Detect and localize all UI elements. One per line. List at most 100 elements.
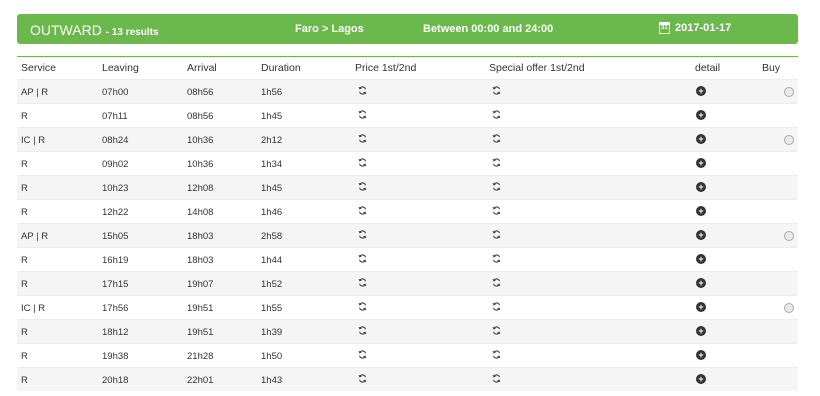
col-price: Price 1st/2nd — [355, 62, 417, 74]
service-cell: AP | R — [21, 231, 49, 242]
table-row: R 20h18 22h01 1h43 + — [17, 367, 798, 391]
col-leaving: Leaving — [102, 62, 139, 74]
buy-radio[interactable] — [784, 303, 794, 313]
refresh-icon[interactable] — [492, 254, 501, 263]
plus-circle-icon[interactable]: + — [696, 350, 706, 360]
duration-cell: 1h52 — [261, 279, 283, 290]
service-cell: R — [21, 351, 28, 362]
refresh-icon[interactable] — [492, 158, 501, 167]
duration-cell: 1h39 — [261, 327, 283, 338]
leaving-cell: 19h38 — [102, 351, 129, 362]
buy-radio[interactable] — [784, 231, 794, 241]
service-cell: IC | R — [21, 303, 46, 314]
leaving-cell: 20h18 — [102, 375, 129, 386]
table-row: IC | R 17h56 19h51 1h55 + — [17, 295, 798, 319]
table-row: R 12h22 14h08 1h46 + — [17, 199, 798, 223]
plus-circle-icon[interactable]: + — [696, 302, 706, 312]
duration-cell: 2h58 — [261, 231, 283, 242]
duration-cell: 1h44 — [261, 255, 283, 266]
arrival-cell: 19h07 — [187, 279, 214, 290]
refresh-icon[interactable] — [492, 110, 501, 119]
arrival-cell: 18h03 — [187, 231, 214, 242]
route-label: Faro > Lagos — [295, 23, 364, 35]
service-cell: R — [21, 255, 28, 266]
duration-cell: 1h55 — [261, 303, 283, 314]
plus-circle-icon[interactable]: + — [696, 254, 706, 264]
duration-cell: 1h43 — [261, 375, 283, 386]
col-service: Service — [21, 62, 57, 74]
table-row: AP | R 15h05 18h03 2h58 + — [17, 223, 798, 247]
arrival-cell: 18h03 — [187, 255, 214, 266]
refresh-icon[interactable] — [492, 326, 501, 335]
leaving-cell: 17h15 — [102, 279, 129, 290]
refresh-icon[interactable] — [492, 230, 501, 239]
refresh-icon[interactable] — [358, 326, 367, 335]
plus-circle-icon[interactable]: + — [696, 110, 706, 120]
refresh-icon[interactable] — [492, 182, 501, 191]
plus-circle-icon[interactable]: + — [696, 134, 706, 144]
col-duration: Duration — [261, 62, 301, 74]
plus-circle-icon[interactable]: + — [696, 86, 706, 96]
col-buy: Buy — [762, 62, 781, 74]
plus-circle-icon[interactable]: + — [696, 374, 706, 384]
header-title: OUTWARD - 13 results — [30, 22, 159, 38]
refresh-icon[interactable] — [492, 350, 501, 359]
col-detail: detail — [695, 62, 721, 74]
buy-radio[interactable] — [784, 135, 794, 145]
refresh-icon[interactable] — [358, 254, 367, 263]
buy-radio[interactable] — [784, 87, 794, 97]
table-row: R 09h02 10h36 1h34 + — [17, 151, 798, 175]
arrival-cell: 19h51 — [187, 327, 214, 338]
refresh-icon[interactable] — [358, 206, 367, 215]
refresh-icon[interactable] — [358, 86, 367, 95]
refresh-icon[interactable] — [492, 134, 501, 143]
refresh-icon[interactable] — [492, 278, 501, 287]
leaving-cell: 07h00 — [102, 87, 129, 98]
refresh-icon[interactable] — [358, 158, 367, 167]
results-header: OUTWARD - 13 results Faro > Lagos Betwee… — [17, 14, 798, 44]
duration-cell: 2h12 — [261, 135, 283, 146]
refresh-icon[interactable] — [358, 110, 367, 119]
service-cell: IC | R — [21, 135, 46, 146]
table-row: R 19h38 21h28 1h50 + — [17, 343, 798, 367]
table-header: Service Leaving Arrival Duration Price 1… — [17, 56, 798, 80]
date-label: 2017-01-17 — [675, 22, 732, 34]
service-cell: R — [21, 375, 28, 386]
plus-circle-icon[interactable]: + — [696, 158, 706, 168]
arrival-cell: 22h01 — [187, 375, 214, 386]
table-row: R 10h23 12h08 1h45 + — [17, 175, 798, 199]
leaving-cell: 15h05 — [102, 231, 129, 242]
results-count: - 13 results — [105, 27, 159, 38]
plus-circle-icon[interactable]: + — [696, 326, 706, 336]
service-cell: R — [21, 279, 28, 290]
leaving-cell: 16h19 — [102, 255, 129, 266]
refresh-icon[interactable] — [358, 374, 367, 383]
plus-circle-icon[interactable]: + — [696, 230, 706, 240]
refresh-icon[interactable] — [358, 278, 367, 287]
refresh-icon[interactable] — [492, 374, 501, 383]
plus-circle-icon[interactable]: + — [696, 206, 706, 216]
arrival-cell: 08h56 — [187, 87, 214, 98]
direction-label: OUTWARD — [30, 22, 102, 38]
service-cell: R — [21, 111, 28, 122]
arrival-cell: 10h36 — [187, 135, 214, 146]
leaving-cell: 12h22 — [102, 207, 129, 218]
refresh-icon[interactable] — [492, 302, 501, 311]
arrival-cell: 10h36 — [187, 159, 214, 170]
refresh-icon[interactable] — [358, 350, 367, 359]
refresh-icon[interactable] — [358, 230, 367, 239]
plus-circle-icon[interactable]: + — [696, 182, 706, 192]
table-row: R 17h15 19h07 1h52 + — [17, 271, 798, 295]
refresh-icon[interactable] — [492, 206, 501, 215]
refresh-icon[interactable] — [358, 182, 367, 191]
arrival-cell: 12h08 — [187, 183, 214, 194]
service-cell: R — [21, 207, 28, 218]
leaving-cell: 10h23 — [102, 183, 129, 194]
service-cell: R — [21, 159, 28, 170]
refresh-icon[interactable] — [492, 86, 501, 95]
refresh-icon[interactable] — [358, 134, 367, 143]
calendar-icon[interactable] — [659, 22, 670, 34]
refresh-icon[interactable] — [358, 302, 367, 311]
date-display[interactable]: 2017-01-17 — [659, 22, 731, 34]
plus-circle-icon[interactable]: + — [696, 278, 706, 288]
